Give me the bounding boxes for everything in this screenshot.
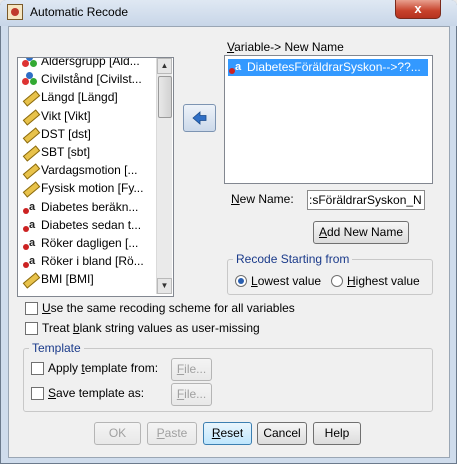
list-item[interactable]: Vardagsmotion [... — [22, 161, 138, 179]
list-item-label: Diabetes sedan t... — [41, 217, 142, 232]
list-item[interactable]: Civilstånd [Civilst... — [22, 70, 142, 88]
title-bar[interactable]: Automatic Recode x — [0, 0, 457, 26]
highest-value-label[interactable]: Highest value — [347, 274, 420, 288]
app-icon — [7, 4, 23, 20]
scroll-down-button[interactable]: ▼ — [157, 278, 172, 294]
string-icon — [22, 254, 38, 269]
nominal-icon — [22, 72, 38, 86]
list-item-label: Längd [Längd] — [41, 90, 118, 105]
move-variable-button[interactable] — [183, 104, 216, 132]
selected-variable-item[interactable]: DiabetesFöräldrarSyskon-->??... — [228, 59, 428, 76]
list-item[interactable]: Vikt [Vikt] — [22, 107, 91, 125]
list-item[interactable]: Diabetes sedan t... — [22, 216, 141, 234]
scroll-up-button[interactable]: ▲ — [157, 58, 172, 74]
string-icon — [22, 236, 38, 250]
list-item[interactable]: Åldersgrupp [Åld... — [22, 57, 140, 70]
string-icon — [22, 218, 38, 232]
list-item-label: Röker dagligen [... — [41, 236, 139, 250]
save-template-label[interactable]: Save template as: — [48, 386, 144, 400]
scale-icon — [22, 90, 38, 104]
ok-button[interactable]: OK — [94, 422, 141, 445]
save-template-checkbox[interactable] — [31, 387, 44, 400]
list-item[interactable]: SBT [sbt] — [22, 143, 90, 161]
variable-box-label: Variable-> New Name — [227, 40, 344, 54]
scale-icon — [22, 109, 38, 123]
list-item[interactable]: Längd [Längd] — [22, 88, 118, 106]
new-name-input[interactable]: :sFöräldrarSyskon_N — [307, 190, 425, 210]
nominal-icon — [22, 58, 38, 68]
source-list-scrollbar[interactable]: ▲ ▼ — [156, 58, 172, 294]
template-group — [23, 348, 433, 412]
list-item-label: BMI [BMI] — [41, 272, 94, 287]
list-item[interactable]: BMI [BMI] — [22, 270, 94, 288]
reset-button[interactable]: Reset — [203, 422, 252, 445]
source-variable-list[interactable]: Åldersgrupp [Åld... Civilstånd [Civilst..… — [17, 57, 174, 297]
list-item-label: Fysisk motion [Fy... — [41, 181, 144, 196]
same-scheme-checkbox[interactable] — [25, 302, 38, 315]
apply-template-file-button[interactable]: File... — [171, 358, 212, 381]
variable-new-name-list[interactable]: DiabetesFöräldrarSyskon-->??... — [224, 55, 433, 184]
scale-icon — [22, 181, 38, 195]
apply-template-label[interactable]: Apply template from: — [48, 361, 158, 375]
scale-icon — [22, 272, 38, 286]
left-arrow-icon — [192, 111, 207, 125]
apply-template-checkbox[interactable] — [31, 362, 44, 375]
recode-starting-title: Recode Starting from — [233, 252, 353, 266]
scale-icon — [22, 163, 38, 177]
list-item-label: DST [dst] — [41, 126, 91, 141]
add-new-name-button[interactable]: Add New Name — [313, 221, 409, 244]
list-item-label: Åldersgrupp [Åld... — [41, 57, 140, 68]
string-variable-icon — [228, 60, 244, 74]
list-item[interactable]: Fysisk motion [Fy... — [22, 179, 143, 197]
lowest-value-label[interactable]: Lowest value — [251, 274, 321, 288]
paste-button[interactable]: Paste — [147, 422, 197, 445]
window-title: Automatic Recode — [30, 5, 129, 19]
list-item-label: Vardagsmotion [... — [41, 163, 138, 178]
string-icon — [22, 200, 38, 214]
list-item-label: SBT [sbt] — [41, 145, 91, 159]
scale-icon — [22, 127, 38, 141]
scroll-thumb[interactable] — [158, 76, 172, 118]
blank-missing-checkbox[interactable] — [25, 322, 38, 335]
help-button[interactable]: Help — [313, 422, 361, 445]
list-item-label: Röker i bland [Rö... — [41, 254, 144, 269]
close-button[interactable]: x — [395, 0, 441, 19]
blank-missing-label[interactable]: Treat blank string values as user-missin… — [42, 321, 260, 335]
template-title: Template — [29, 341, 84, 355]
list-item-label: Diabetes beräkn... — [41, 199, 139, 214]
highest-value-radio[interactable] — [331, 275, 343, 287]
new-name-label: New Name: — [231, 192, 294, 206]
same-scheme-label[interactable]: Use the same recoding scheme for all var… — [42, 301, 295, 315]
list-item-label: Civilstånd [Civilst... — [41, 72, 142, 87]
list-item[interactable]: Röker dagligen [... — [22, 234, 138, 252]
list-item[interactable]: Röker i bland [Rö... — [22, 252, 144, 270]
save-template-file-button[interactable]: File... — [171, 383, 212, 406]
cancel-button[interactable]: Cancel — [257, 422, 307, 445]
scale-icon — [22, 145, 38, 159]
lowest-value-radio[interactable] — [235, 275, 247, 287]
list-item[interactable]: Diabetes beräkn... — [22, 198, 138, 216]
list-item-label: Vikt [Vikt] — [41, 108, 91, 123]
list-item[interactable]: DST [dst] — [22, 125, 91, 143]
